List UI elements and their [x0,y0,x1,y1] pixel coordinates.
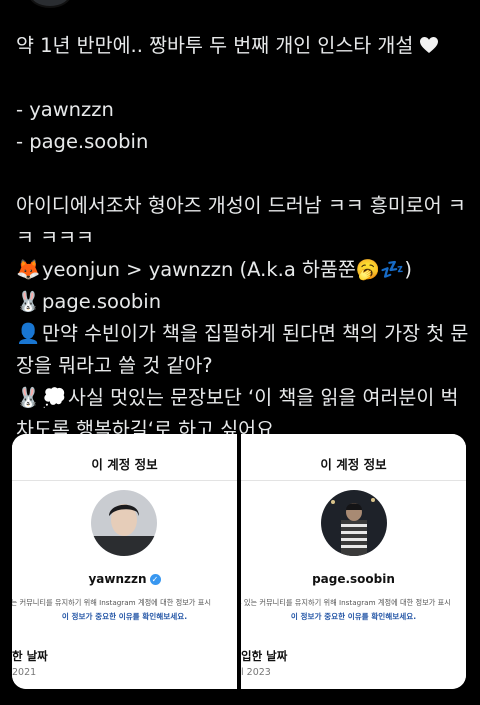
yawn-icon: 🥱 [355,258,381,281]
card-title: 이 계정 정보 [320,457,387,472]
fox-icon: 🦊 [16,258,41,281]
tweet-line: 🐰page.soobin [16,286,468,318]
learn-why-link[interactable]: 이 정보가 중요한 이유를 확인해보세요. [12,611,237,622]
handle-yawnzzn: - yawnzzn [16,98,114,121]
card-title: 이 계정 정보 [91,457,158,472]
account-description: 수 있는 커뮤니티를 유지하기 위해 Instagram 계정에 대한 정보가 … [241,598,451,607]
tweet-text: 약 1년 반만에.. 짱바투 두 번째 개인 인스타 개설 - yawnzzn … [16,30,468,446]
profile-username: yawnzzn ✓ [12,572,237,586]
handle-page-soobin: - page.soobin [16,130,149,153]
account-info-card-yawnzzn[interactable]: 이 계정 정보 yawnzzn ✓ 있는 커뮤니티를 유지하기 위해 Instag… [12,434,237,689]
profile-username: page.soobin [312,572,395,586]
author-avatar[interactable] [28,0,72,8]
profile-photo [321,490,387,556]
divider [12,480,237,481]
tweet-line-text: 아이디에서조차 형아즈 개성이 드러남 ㅋㅋ 흥미로어 ㅋ [16,194,466,217]
tweet-line-text: page.soobin [42,290,162,313]
tweet-line: 약 1년 반만에.. 짱바투 두 번째 개인 인스타 개설 [16,30,468,62]
tweet-line-text: 약 1년 반만에.. 짱바투 두 번째 개인 인스타 개설 [16,34,414,57]
tweet-line-text: ) [404,258,412,281]
media-attachment[interactable]: 이 계정 정보 yawnzzn ✓ 있는 커뮤니티를 유지하기 위해 Instag… [12,434,466,689]
tweet-line-text: ㅋ ㅋㅋㅋ [16,226,94,249]
date-joined-value: l 2023 [241,667,271,678]
tweet-line-text: yeonjun > yawnzzn (A.k.a 하품쭌 [42,258,356,281]
tweet-line: - yawnzzn [16,94,468,126]
silhouette-icon: 👤 [16,322,41,345]
date-joined-value: 2021 [12,667,37,678]
rabbit-icon: 🐰 [16,386,41,409]
profile-photo [91,490,157,556]
tweet-line: 아이디에서조차 형아즈 개성이 드러남 ㅋㅋ 흥미로어 ㅋ [16,190,468,222]
zzz-icon: 💤 [380,258,405,281]
tweet-line: ㅋ ㅋㅋㅋ [16,222,468,254]
account-info-card-page-soobin[interactable]: 이 계정 정보 page.soobin 수 있는 커뮤니티를 유지하기 위해 I… [241,434,466,689]
date-joined-label: 입한 날짜 [241,649,288,663]
divider [241,480,466,481]
tweet-line: 🐰💭사실 멋있는 문장보단 ‘이 책을 읽을 여러분이 벅 [16,382,468,414]
verified-badge-icon: ✓ [149,574,161,585]
account-description: 있는 커뮤니티를 유지하기 위해 Instagram 계정에 대한 정보가 표시 [12,598,211,607]
tweet-line: 🦊yeonjun > yawnzzn (A.k.a 하품쭌🥱💤) [16,254,468,286]
learn-why-link[interactable]: 이 정보가 중요한 이유를 확인해보세요. [241,611,466,622]
tweet-line-text: 사실 멋있는 문장보단 ‘이 책을 읽을 여러분이 벅 [68,386,459,409]
tweet-line: - page.soobin [16,126,468,158]
tweet-line-text: 만약 수빈이가 책을 집필하게 된다면 책의 가장 첫 문 [42,322,469,345]
rabbit-icon: 🐰 [16,290,41,313]
tweet-line: 👤만약 수빈이가 책을 집필하게 된다면 책의 가장 첫 문 [16,318,468,350]
white-heart-icon [419,32,439,53]
thought-bubble-icon: 💭 [42,386,67,409]
date-joined-label: 한 날짜 [12,649,48,663]
tweet-line: 장을 뭐라고 쓸 것 같아? [16,350,468,382]
tweet-line-text: 장을 뭐라고 쓸 것 같아? [16,354,213,377]
